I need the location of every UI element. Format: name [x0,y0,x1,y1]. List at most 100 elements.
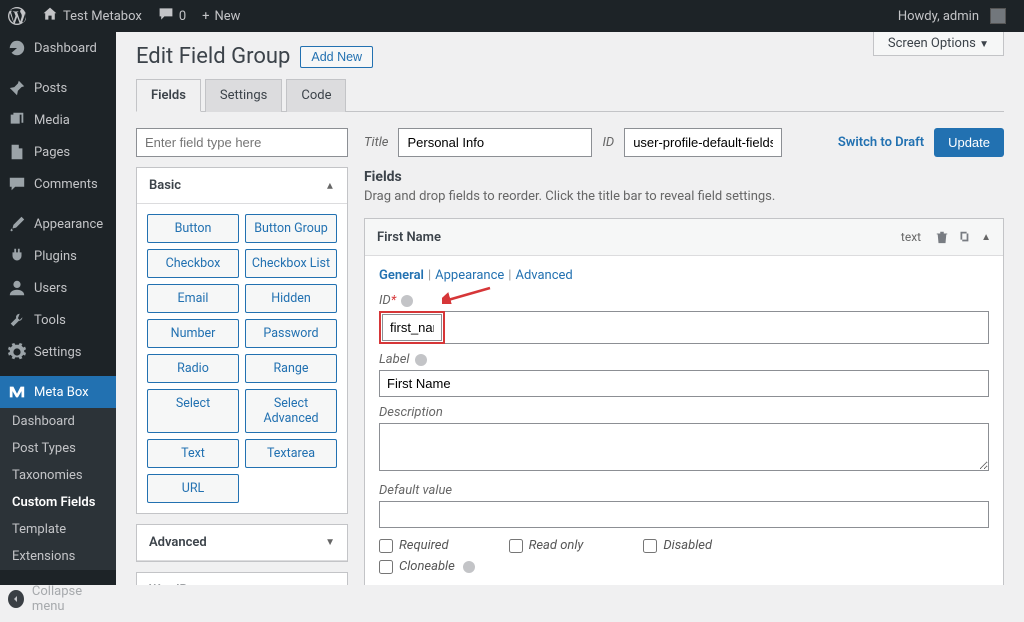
check-cloneable[interactable]: Cloneable [379,559,475,574]
switch-to-draft-link[interactable]: Switch to Draft [838,135,924,150]
update-button[interactable]: Update [934,128,1004,157]
fieldtype-button[interactable]: Button [147,214,239,243]
category-wordpress-head[interactable]: WordPress▼ [137,573,347,585]
help-icon[interactable] [463,561,475,573]
comment-icon [8,175,26,193]
fieldtype-text[interactable]: Text [147,439,239,468]
subtab-advanced[interactable]: Advanced [515,268,572,283]
fieldtype-button-group[interactable]: Button Group [245,214,337,243]
field-type-search[interactable] [136,128,348,157]
metabox-icon [8,383,26,401]
menu-tools[interactable]: Tools [0,304,116,336]
category-basic: Basic ▼ Button Button Group Checkbox Che… [136,167,348,514]
collapse-menu[interactable]: Collapse menu [0,576,116,622]
home-icon [42,6,58,26]
submenu-custom-fields[interactable]: Custom Fields [0,489,116,516]
wp-logo-menu[interactable] [0,0,34,32]
trash-icon[interactable] [934,229,950,245]
fieldtype-select[interactable]: Select [147,389,239,433]
admin-bar: Test Metabox 0 + New Howdy, admin [0,0,1024,32]
comments-count: 0 [179,9,186,24]
submenu-post-types[interactable]: Post Types [0,435,116,462]
admin-sidebar: Dashboard Posts Media Pages Comments App… [0,32,116,585]
subtab-general[interactable]: General [379,268,424,283]
field-description-textarea[interactable] [379,423,989,471]
fieldtype-select-advanced[interactable]: Select Advanced [245,389,337,433]
check-disabled[interactable]: Disabled [643,538,712,553]
site-name-link[interactable]: Test Metabox [34,0,150,32]
chevron-down-icon: ▼ [325,537,335,548]
help-icon[interactable] [415,354,427,366]
field-id-input-cont[interactable] [445,311,989,344]
submenu-taxonomies[interactable]: Taxonomies [0,462,116,489]
fieldtype-checkbox[interactable]: Checkbox [147,249,239,278]
menu-pages[interactable]: Pages [0,136,116,168]
menu-meta-box[interactable]: Meta Box [0,376,116,408]
field-first-name-head[interactable]: First Name text ▲ [365,219,1003,256]
plus-icon: + [202,9,209,24]
tab-fields[interactable]: Fields [136,79,201,112]
menu-appearance[interactable]: Appearance [0,208,116,240]
fieldtype-email[interactable]: Email [147,284,239,313]
screen-options-toggle[interactable]: Screen Options ▼ [873,32,1004,56]
category-advanced: Advanced▼ [136,524,348,562]
tab-code[interactable]: Code [286,79,346,112]
brush-icon [8,215,26,233]
site-name-label: Test Metabox [63,9,142,24]
menu-comments[interactable]: Comments [0,168,116,200]
add-new-button[interactable]: Add New [300,46,373,68]
field-types-panel: Basic ▼ Button Button Group Checkbox Che… [136,128,348,585]
group-title-input[interactable] [398,128,592,157]
subtab-appearance[interactable]: Appearance [435,268,504,283]
menu-dashboard[interactable]: Dashboard [0,32,116,64]
field-editor: Title ID Switch to Draft Update Fields D… [364,128,1004,585]
avatar [990,8,1006,24]
help-icon[interactable] [401,295,413,307]
pin-icon [8,79,26,97]
category-advanced-head[interactable]: Advanced▼ [137,525,347,561]
collapse-icon[interactable]: ▲ [981,232,991,243]
check-required[interactable]: Required [379,538,449,553]
fieldtype-number[interactable]: Number [147,319,239,348]
id-label: ID [602,135,614,150]
collapse-icon [8,590,24,608]
submenu-template[interactable]: Template [0,516,116,543]
media-icon [8,111,26,129]
field-label-input[interactable] [379,370,989,397]
submenu-extensions[interactable]: Extensions [0,543,116,570]
fieldtype-url[interactable]: URL [147,474,239,503]
field-id-input[interactable] [382,314,442,341]
fieldtype-hidden[interactable]: Hidden [245,284,337,313]
menu-media[interactable]: Media [0,104,116,136]
title-label: Title [364,135,388,150]
comments-bubble[interactable]: 0 [150,0,194,32]
group-id-input[interactable] [624,128,782,157]
chevron-down-icon: ▼ [979,39,989,50]
main-content: Screen Options ▼ Edit Field Group Add Ne… [116,32,1024,585]
fieldtype-radio[interactable]: Radio [147,354,239,383]
menu-users[interactable]: Users [0,272,116,304]
menu-plugins[interactable]: Plugins [0,240,116,272]
fields-desc: Drag and drop fields to reorder. Click t… [364,189,1004,204]
plug-icon [8,247,26,265]
menu-posts[interactable]: Posts [0,72,116,104]
user-menu[interactable]: Howdy, admin [890,0,1014,32]
tab-settings[interactable]: Settings [205,79,282,112]
field-default-input[interactable] [379,501,989,528]
submenu-dashboard[interactable]: Dashboard [0,408,116,435]
fieldtype-password[interactable]: Password [245,319,337,348]
new-content-menu[interactable]: + New [194,0,248,32]
page-icon [8,143,26,161]
fieldtype-textarea[interactable]: Textarea [245,439,337,468]
category-wordpress: WordPress▼ [136,572,348,585]
copy-icon[interactable] [956,229,972,245]
field-default-label: Default value [379,483,989,498]
field-id-label: ID* [379,293,989,308]
fieldtype-range[interactable]: Range [245,354,337,383]
category-basic-head[interactable]: Basic ▼ [137,168,347,204]
fieldtype-checkbox-list[interactable]: Checkbox List [245,249,337,278]
tool-icon [8,311,26,329]
gear-icon [8,343,26,361]
menu-settings[interactable]: Settings [0,336,116,368]
check-readonly[interactable]: Read only [509,538,584,553]
